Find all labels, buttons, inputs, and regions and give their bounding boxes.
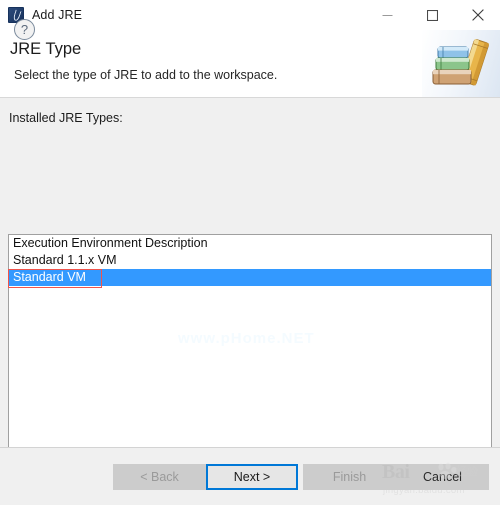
list-item-selected[interactable]: Standard VM	[9, 269, 491, 286]
minimize-icon[interactable]	[365, 0, 410, 30]
help-icon[interactable]: ?	[14, 19, 35, 40]
next-button[interactable]: Next >	[206, 464, 298, 490]
site-watermark: www.pHome.NET	[178, 330, 315, 347]
title-bar: Add JRE	[0, 0, 500, 30]
add-jre-dialog: Add JRE JRE Type Select the type of JRE …	[0, 0, 500, 505]
page-title: JRE Type	[10, 40, 82, 58]
cancel-button[interactable]: Cancel	[396, 464, 489, 490]
back-button[interactable]: < Back	[113, 464, 206, 490]
finish-button[interactable]: Finish	[303, 464, 396, 490]
window-controls	[365, 0, 500, 30]
dialog-body: Installed JRE Types: Execution Environme…	[0, 98, 500, 484]
close-icon[interactable]	[455, 0, 500, 30]
installed-jre-types-label: Installed JRE Types:	[9, 111, 123, 125]
maximize-icon[interactable]	[410, 0, 455, 30]
list-item[interactable]: Execution Environment Description	[9, 235, 491, 252]
wizard-header: JRE Type Select the type of JRE to add t…	[0, 30, 500, 98]
window-title: Add JRE	[32, 8, 83, 22]
list-item[interactable]: Standard 1.1.x VM	[9, 252, 491, 269]
books-icon	[422, 30, 500, 97]
page-subtitle: Select the type of JRE to add to the wor…	[14, 68, 278, 82]
